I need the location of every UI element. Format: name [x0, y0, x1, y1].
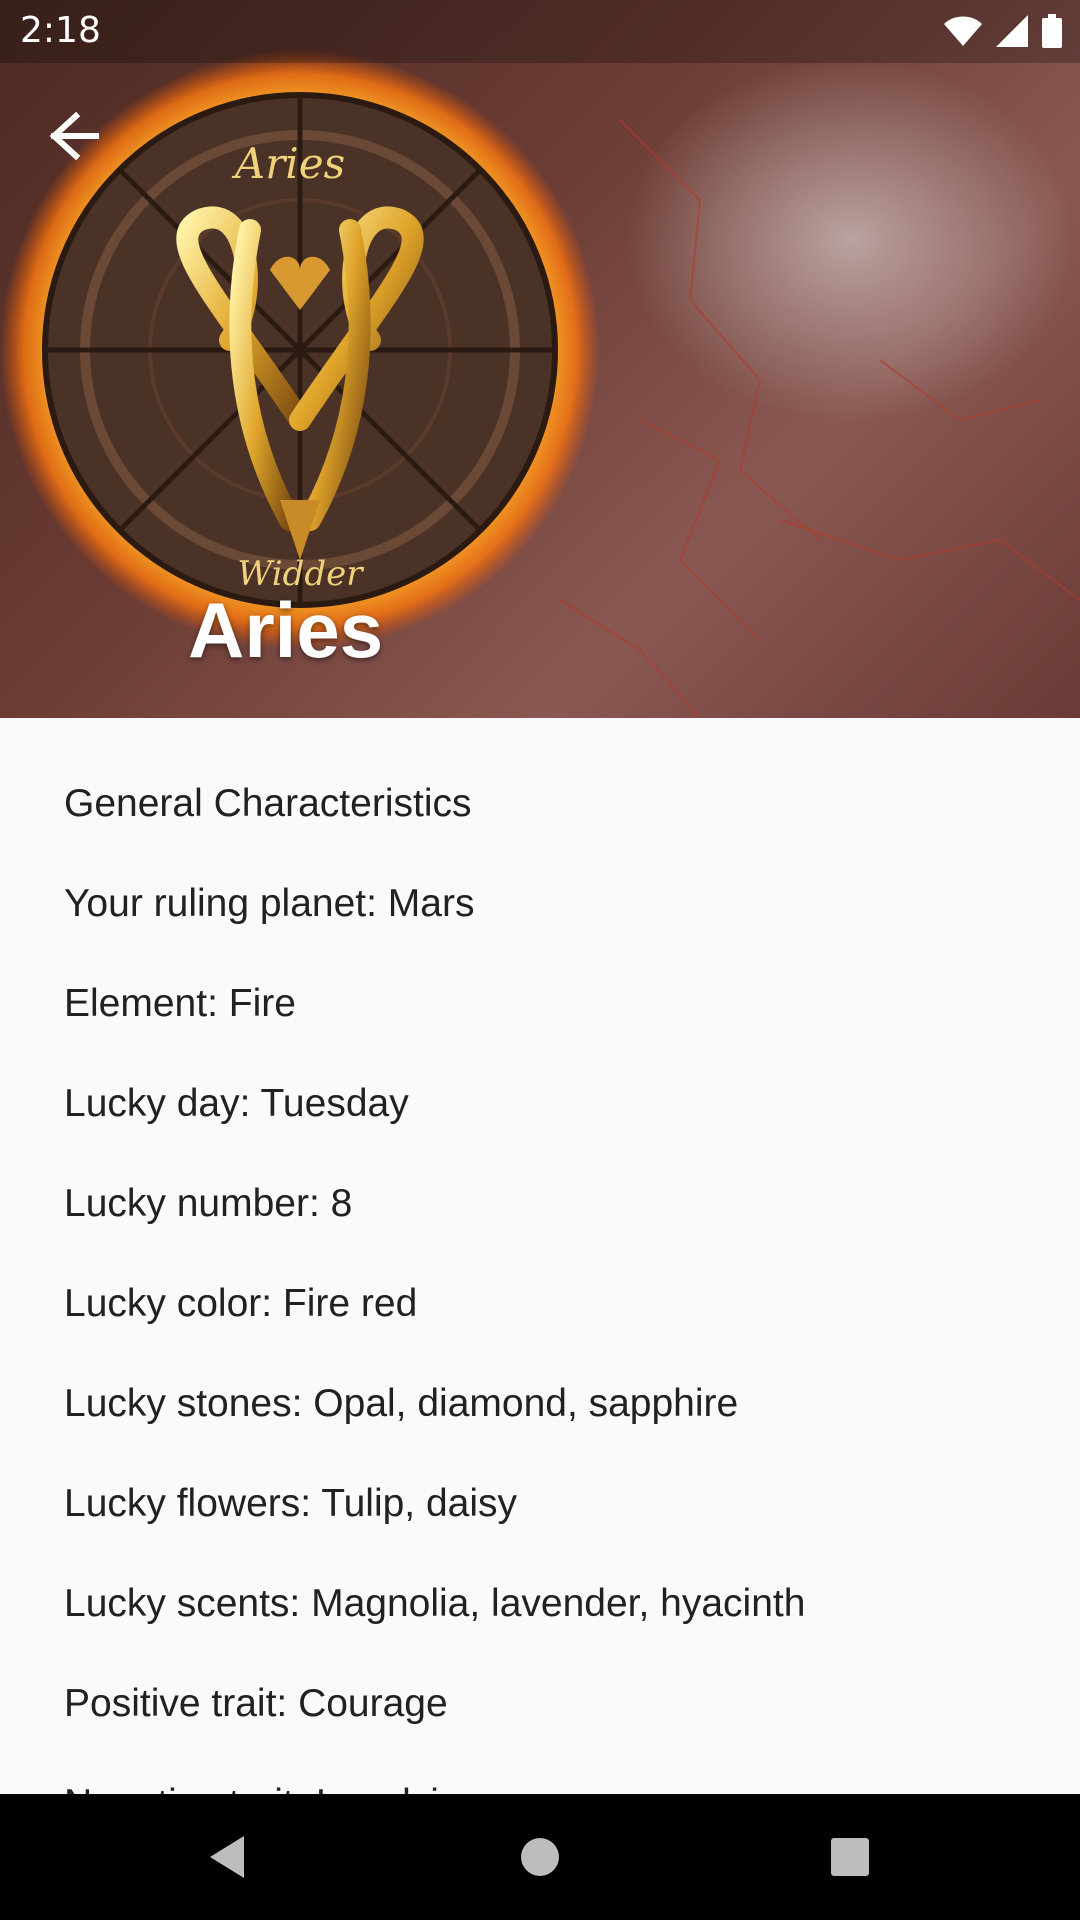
image-text-top: Aries	[231, 139, 345, 188]
list-item: General Characteristics	[64, 782, 472, 825]
aries-illustration: Aries Widder	[0, 50, 1080, 718]
battery-icon	[1042, 14, 1062, 48]
list-item: Positive trait: Courage	[64, 1682, 448, 1725]
nav-home-button[interactable]	[507, 1824, 573, 1890]
status-bar: 2:18	[0, 0, 1080, 63]
list-item: Lucky color: Fire red	[64, 1282, 418, 1325]
signal-icon	[996, 15, 1028, 47]
nav-back-button[interactable]	[200, 1824, 266, 1890]
triangle-back-icon	[210, 1836, 244, 1878]
header-image: Aries Widder	[0, 0, 1080, 718]
back-button[interactable]	[36, 104, 112, 168]
list-item: Lucky stones: Opal, diamond, sapphire	[64, 1382, 739, 1425]
page-title: Aries	[188, 586, 384, 674]
wifi-icon	[944, 16, 982, 46]
list-item: Element: Fire	[64, 982, 296, 1025]
list-item: Your ruling planet: Mars	[64, 882, 475, 925]
circle-home-icon	[521, 1838, 559, 1876]
list-item: Lucky flowers: Tulip, daisy	[64, 1482, 518, 1525]
details-list: General Characteristics Your ruling plan…	[0, 718, 1080, 1794]
list-item: Lucky number: 8	[64, 1182, 353, 1225]
list-item: Negative trait: Impulsive	[64, 1782, 480, 1794]
nav-recents-button[interactable]	[817, 1824, 883, 1890]
navigation-bar	[0, 1794, 1080, 1920]
status-time: 2:18	[20, 10, 101, 51]
square-recents-icon	[831, 1838, 869, 1876]
list-item: Lucky day: Tuesday	[64, 1082, 409, 1125]
list-item: Lucky scents: Magnolia, lavender, hyacin…	[64, 1582, 806, 1625]
arrow-left-icon	[49, 111, 99, 161]
